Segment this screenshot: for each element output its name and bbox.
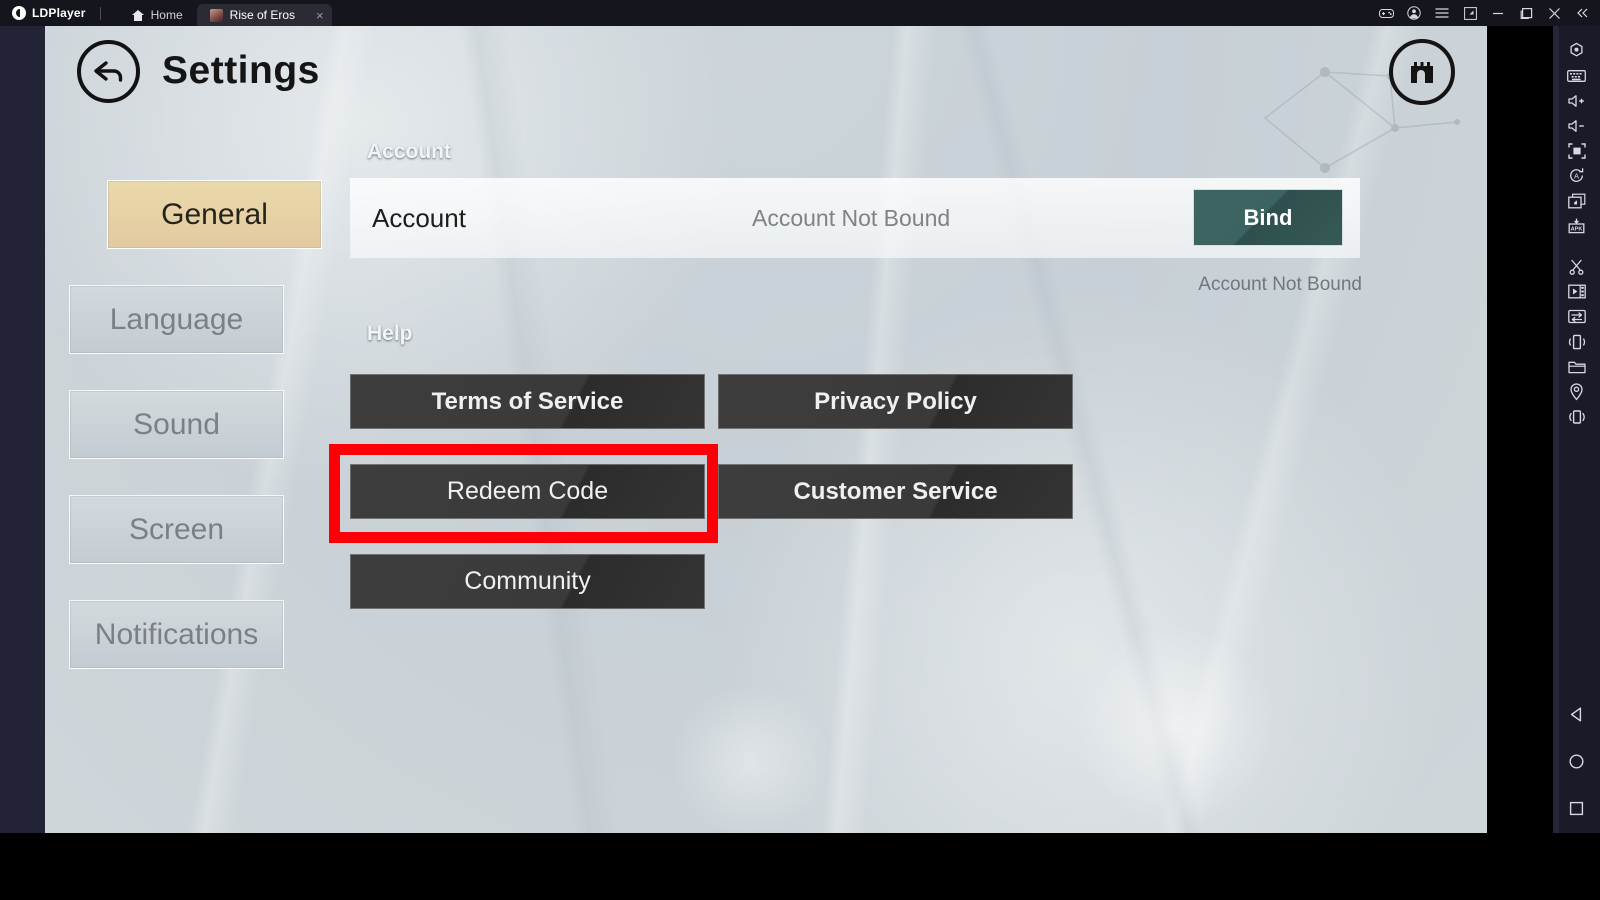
privacy-policy-button[interactable]: Privacy Policy (718, 374, 1073, 429)
game-viewport: Settings General Language Sound Screen N… (45, 26, 1487, 833)
titlebar: LDPlayer Home Rise of Eros × (0, 0, 1600, 26)
rail-divider (1553, 26, 1559, 833)
location-icon[interactable] (1560, 379, 1594, 404)
tab-rise-of-eros-label: Rise of Eros (229, 8, 296, 22)
home-icon (131, 9, 144, 21)
settings-tab-column: General Language Sound Screen Notificati… (69, 180, 349, 705)
fullscreen-toggle-icon[interactable] (1560, 38, 1594, 63)
terms-of-service-label: Terms of Service (431, 387, 624, 415)
settings-content: Account Account Account Not Bound Bind A… (329, 26, 1448, 833)
settings-tab-language[interactable]: Language (69, 285, 284, 354)
tab-close-icon[interactable]: × (316, 9, 324, 22)
settings-tab-sound[interactable]: Sound (69, 390, 284, 459)
window-controls (1372, 0, 1600, 26)
svg-text:A: A (1574, 172, 1579, 181)
svg-text:APK: APK (1571, 226, 1583, 232)
multi-instance-icon[interactable] (1560, 188, 1594, 213)
settings-tab-language-label: Language (109, 302, 244, 336)
ldplayer-window: LDPlayer Home Rise of Eros × Settings Ge… (0, 0, 1600, 900)
collapse-icon[interactable] (1568, 0, 1596, 26)
settings-tab-screen-label: Screen (128, 512, 225, 546)
virtual-device-icon[interactable] (1560, 404, 1594, 429)
back-arrow-icon (93, 60, 122, 82)
settings-tab-notifications-label: Notifications (94, 617, 259, 651)
android-back-icon[interactable] (1560, 702, 1594, 727)
settings-tab-notifications[interactable]: Notifications (69, 600, 284, 669)
settings-tab-general[interactable]: General (107, 180, 322, 249)
bottom-letterbox (0, 833, 1600, 900)
bind-button-label: Bind (1243, 204, 1293, 230)
minimize-icon[interactable] (1484, 0, 1512, 26)
scissors-screenshot-icon[interactable] (1560, 254, 1594, 279)
community-button[interactable]: Community (350, 554, 705, 609)
community-label: Community (464, 567, 591, 595)
account-row: Account Account Not Bound Bind (350, 178, 1360, 258)
android-nav-buttons (1560, 702, 1594, 833)
volume-up-icon[interactable] (1560, 88, 1594, 113)
video-record-icon[interactable] (1560, 279, 1594, 304)
tab-home-label: Home (150, 8, 183, 22)
settings-tab-screen[interactable]: Screen (69, 495, 284, 564)
terms-of-service-button[interactable]: Terms of Service (350, 374, 705, 429)
shared-folder-icon[interactable] (1560, 304, 1594, 329)
auto-rotate-icon[interactable]: A (1560, 163, 1594, 188)
customer-service-label: Customer Service (793, 477, 998, 505)
ldplayer-sidebar: A APK (1553, 26, 1600, 833)
settings-tab-general-label: General (161, 197, 268, 231)
account-icon[interactable] (1400, 0, 1428, 26)
gamepad-icon[interactable] (1372, 0, 1400, 26)
brand: LDPlayer (0, 0, 96, 26)
ldplayer-logo-icon (12, 6, 26, 20)
customer-service-button[interactable]: Customer Service (718, 464, 1073, 519)
bind-button[interactable]: Bind (1193, 189, 1343, 246)
privacy-policy-label: Privacy Policy (814, 387, 977, 415)
file-manager-icon[interactable] (1560, 354, 1594, 379)
divider (99, 7, 101, 20)
android-home-icon[interactable] (1560, 749, 1594, 774)
maximize-screen-icon[interactable] (1560, 138, 1594, 163)
tab-rise-of-eros[interactable]: Rise of Eros × (196, 4, 332, 26)
page-title: Settings (162, 49, 320, 92)
shake-icon[interactable] (1560, 329, 1594, 354)
maximize-icon[interactable] (1512, 0, 1540, 26)
account-row-value: Account Not Bound (752, 204, 951, 231)
close-icon[interactable] (1540, 0, 1568, 26)
redeem-code-highlight (329, 444, 718, 543)
account-section-heading: Account (367, 140, 451, 163)
tab-strip: Home Rise of Eros × (119, 0, 332, 26)
left-rail (0, 26, 45, 833)
help-section-heading: Help (367, 322, 413, 345)
keyboard-mapping-icon[interactable] (1560, 63, 1594, 88)
account-row-label: Account (372, 202, 466, 233)
game-favicon (209, 8, 223, 22)
menu-icon[interactable] (1428, 0, 1456, 26)
back-button[interactable] (77, 40, 140, 103)
volume-down-icon[interactable] (1560, 113, 1594, 138)
tab-home[interactable]: Home (119, 4, 197, 26)
settings-tab-sound-label: Sound (133, 407, 220, 441)
apk-install-icon[interactable]: APK (1560, 213, 1594, 238)
account-status-note: Account Not Bound (1198, 274, 1362, 295)
android-recents-icon[interactable] (1560, 796, 1594, 821)
restore-down-icon[interactable] (1456, 0, 1484, 26)
brand-label: LDPlayer (32, 6, 86, 20)
